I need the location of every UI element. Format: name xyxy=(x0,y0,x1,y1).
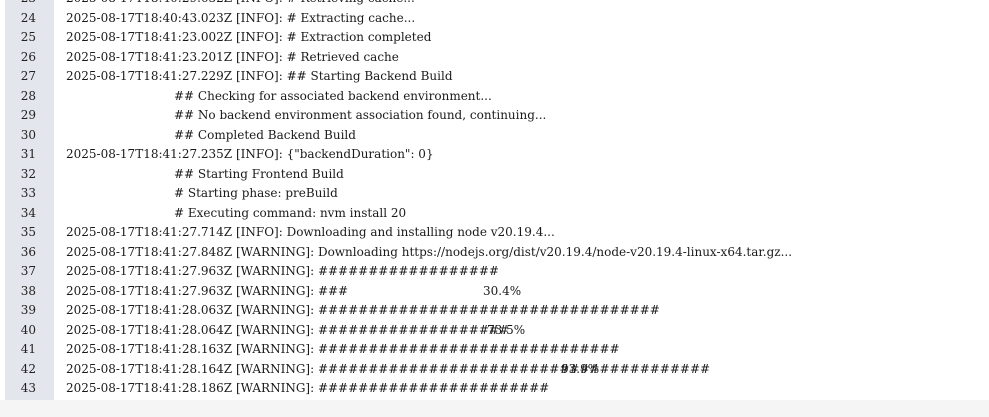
log-text: 2025-08-17T18:40:29.632Z [INFO]: # Retri… xyxy=(66,0,415,9)
line-number: 37 xyxy=(20,264,36,278)
download-progress-percent: 73.5% xyxy=(487,322,526,337)
log-text: 2025-08-17T18:41:27.229Z [INFO]: ## Star… xyxy=(66,69,453,83)
log-line: 28 ## Checking for associated backend env… xyxy=(0,87,989,107)
log-line: 36 2025-08-17T18:41:27.848Z [WARNING]: Do… xyxy=(0,243,989,263)
build-log-viewer[interactable]: 23 2025-08-17T18:40:29.632Z [INFO]: # Ret… xyxy=(0,0,989,400)
log-text: 2025-08-17T18:41:27.963Z [WARNING]: ####… xyxy=(66,264,499,278)
line-number: 30 xyxy=(20,127,36,142)
line-number: 35 xyxy=(20,225,36,239)
line-number: 24 xyxy=(20,10,36,25)
log-lines: 23 2025-08-17T18:40:29.632Z [INFO]: # Ret… xyxy=(0,0,989,399)
line-number: 31 xyxy=(20,147,36,161)
log-text: 2025-08-17T18:41:28.163Z [WARNING]: ####… xyxy=(66,342,620,356)
log-line: 40 2025-08-17T18:41:28.064Z [WARNING]: ##… xyxy=(0,321,989,341)
line-number: 36 xyxy=(20,244,36,259)
line-number: 26 xyxy=(20,49,36,64)
log-line: 23 2025-08-17T18:40:29.632Z [INFO]: # Ret… xyxy=(0,0,989,9)
log-line: 42 2025-08-17T18:41:28.164Z [WARNING]: ##… xyxy=(0,360,989,380)
log-line: 31 2025-08-17T18:41:27.235Z [INFO]: {"bac… xyxy=(0,145,989,165)
log-text: 2025-08-17T18:41:27.714Z [INFO]: Downloa… xyxy=(66,225,555,239)
log-text: 2025-08-17T18:41:28.186Z [WARNING]: ####… xyxy=(66,381,550,395)
log-text: ## No backend environment association fo… xyxy=(174,108,547,122)
log-line: 24 2025-08-17T18:40:43.023Z [INFO]: # Ext… xyxy=(0,9,989,29)
line-number: 41 xyxy=(20,342,36,356)
log-text: 2025-08-17T18:41:27.235Z [INFO]: {"backe… xyxy=(66,147,434,161)
log-line: 25 2025-08-17T18:41:23.002Z [INFO]: # Ext… xyxy=(0,28,989,48)
log-text: # Starting phase: preBuild xyxy=(174,186,338,200)
line-number: 27 xyxy=(20,69,36,83)
log-line: 27 2025-08-17T18:41:27.229Z [INFO]: ## St… xyxy=(0,67,989,87)
log-line: 38 2025-08-17T18:41:27.963Z [WARNING]: ##… xyxy=(0,282,989,302)
line-number: 40 xyxy=(20,322,36,337)
log-text: 2025-08-17T18:41:28.063Z [WARNING]: ####… xyxy=(66,303,660,317)
log-line: 33 # Starting phase: preBuild xyxy=(0,184,989,204)
line-number: 23 xyxy=(5,0,36,9)
line-number: 25 xyxy=(20,30,36,44)
line-number: 32 xyxy=(20,166,36,181)
line-number: 29 xyxy=(20,108,36,122)
line-number: 28 xyxy=(20,88,36,103)
bottom-strip xyxy=(0,400,989,417)
log-text: 2025-08-17T18:41:23.201Z [INFO]: # Retri… xyxy=(66,49,399,64)
line-number: 43 xyxy=(20,381,36,395)
line-number: 38 xyxy=(20,283,36,298)
download-progress-percent: 93.9% xyxy=(561,361,600,376)
line-number: 39 xyxy=(20,303,36,317)
log-line: 30 ## Completed Backend Build xyxy=(0,126,989,146)
log-text: # Executing command: nvm install 20 xyxy=(174,205,407,220)
log-line: 32 ## Starting Frontend Build xyxy=(0,165,989,185)
log-line: 37 2025-08-17T18:41:27.963Z [WARNING]: ##… xyxy=(0,262,989,282)
log-line: 39 2025-08-17T18:41:28.063Z [WARNING]: ##… xyxy=(0,301,989,321)
log-text: ## Checking for associated backend envir… xyxy=(174,88,492,103)
log-text: 2025-08-17T18:41:28.164Z [WARNING]: ####… xyxy=(66,361,711,376)
log-text: 2025-08-17T18:41:28.064Z [WARNING]: ####… xyxy=(66,322,509,337)
line-number: 34 xyxy=(20,205,36,220)
line-number: 33 xyxy=(20,186,36,200)
log-text: 2025-08-17T18:41:23.002Z [INFO]: # Extra… xyxy=(66,30,432,44)
log-text: 2025-08-17T18:41:27.963Z [WARNING]: ### xyxy=(66,283,349,298)
log-text: ## Starting Frontend Build xyxy=(174,166,344,181)
log-line: 34 # Executing command: nvm install 20 xyxy=(0,204,989,224)
log-text: 2025-08-17T18:41:27.848Z [WARNING]: Down… xyxy=(66,244,793,259)
log-line: 35 2025-08-17T18:41:27.714Z [INFO]: Downl… xyxy=(0,223,989,243)
log-text: ## Completed Backend Build xyxy=(174,127,356,142)
log-text: 2025-08-17T18:40:43.023Z [INFO]: # Extra… xyxy=(66,10,416,25)
log-line: 41 2025-08-17T18:41:28.163Z [WARNING]: ##… xyxy=(0,340,989,360)
line-number: 42 xyxy=(20,361,36,376)
download-progress-percent: 30.4% xyxy=(483,283,522,298)
log-line: 29 ## No backend environment association … xyxy=(0,106,989,126)
log-line: 43 2025-08-17T18:41:28.186Z [WARNING]: ##… xyxy=(0,379,989,399)
log-line: 26 2025-08-17T18:41:23.201Z [INFO]: # Ret… xyxy=(0,48,989,68)
